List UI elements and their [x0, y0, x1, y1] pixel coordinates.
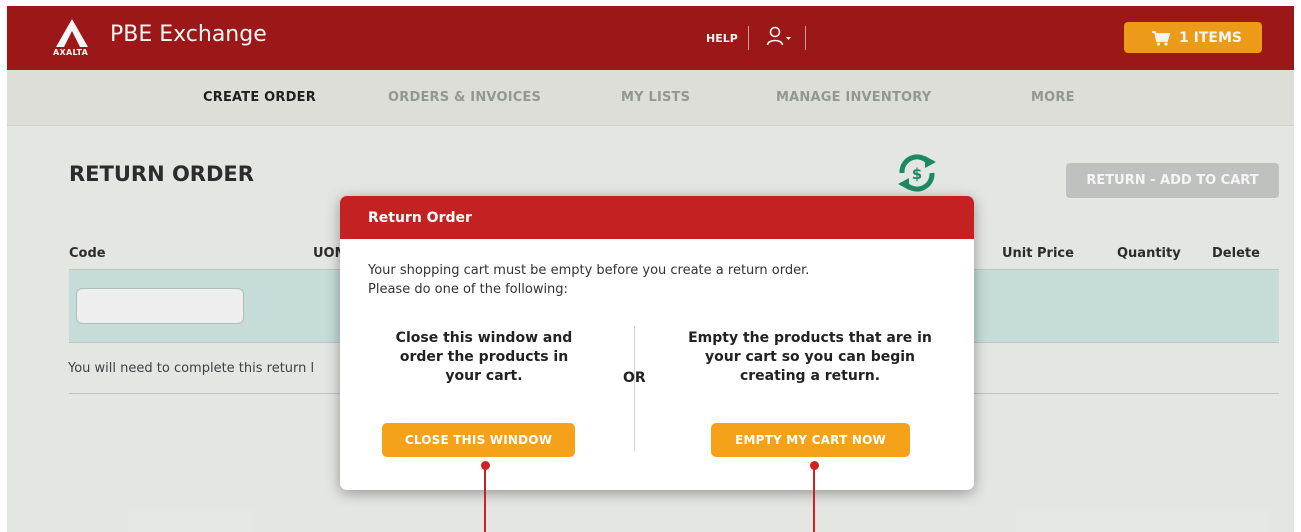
- modal-message-line: Your shopping cart must be empty before …: [368, 263, 810, 278]
- empty-option-line: creating a return.: [739, 368, 881, 384]
- close-option-line: order the products in: [399, 349, 569, 365]
- empty-option-text: Empty the products that are in your cart…: [648, 329, 972, 386]
- empty-option-line: Empty the products that are in: [688, 330, 932, 346]
- modal-message: Your shopping cart must be empty before …: [368, 261, 809, 299]
- or-label: OR: [623, 370, 646, 386]
- close-option-line: Close this window and: [395, 330, 573, 346]
- modal-title: Return Order: [340, 196, 974, 239]
- close-option-line: your cart.: [445, 368, 523, 384]
- close-option-text: Close this window and order the products…: [360, 329, 608, 386]
- empty-cart-button[interactable]: EMPTY MY CART NOW: [711, 423, 910, 457]
- modal-message-line: Please do one of the following:: [368, 282, 568, 297]
- callout-line: [813, 469, 815, 532]
- option-divider: [634, 326, 635, 451]
- app-frame: AXALTA PBE Exchange HELP 1 ITEMS CREATE …: [7, 6, 1294, 532]
- empty-option-line: your cart so you can begin: [704, 349, 915, 365]
- close-window-button[interactable]: CLOSE THIS WINDOW: [382, 423, 575, 457]
- return-order-modal: Return Order Your shopping cart must be …: [340, 196, 974, 490]
- callout-line: [484, 469, 486, 532]
